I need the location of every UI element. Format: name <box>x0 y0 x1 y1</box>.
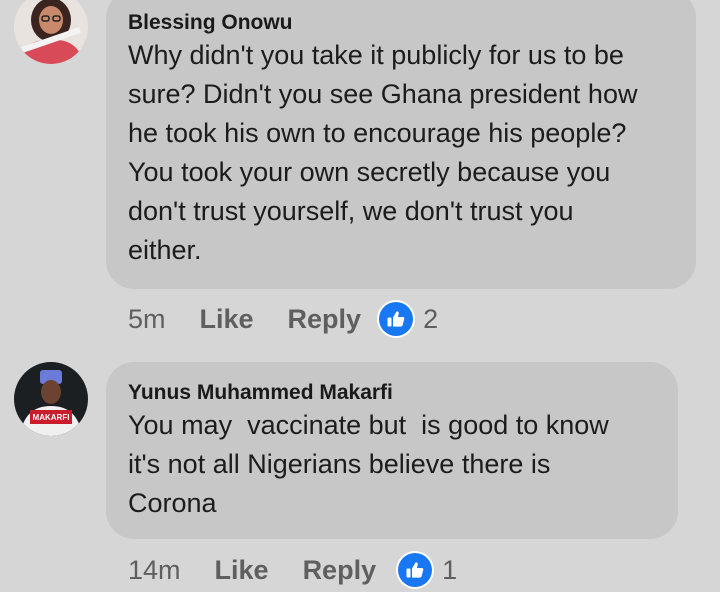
thumbs-up-icon[interactable] <box>398 553 433 587</box>
comment-line: sure? Didn't you see Ghana president how <box>128 79 638 109</box>
comment-text: Why didn't you take it publicly for us t… <box>128 36 637 270</box>
comment-line: don't trust yourself, we don't trust you <box>128 196 574 226</box>
comment-timestamp[interactable]: 14m <box>128 555 181 586</box>
comment-bubble: Yunus Muhammed Makarfi You may vaccinate… <box>106 362 678 539</box>
comment-author[interactable]: Blessing Onowu <box>128 11 293 35</box>
avatar-text: MAKARFI <box>33 413 70 422</box>
comment-text: You may vaccinate but is good to know it… <box>128 406 609 523</box>
avatar-yunus-muhammed-makarfi[interactable]: MAKARFI <box>14 362 88 436</box>
thumbs-up-icon[interactable] <box>379 302 414 336</box>
comment-timestamp[interactable]: 5m <box>128 304 166 335</box>
comment-line: Why didn't you take it publicly for us t… <box>128 40 624 70</box>
comment-bubble: Blessing Onowu Why didn't you take it pu… <box>106 0 696 289</box>
comment-actions: 5m Like Reply 2 <box>128 302 438 336</box>
reaction-count[interactable]: 1 <box>442 555 457 586</box>
reaction-count[interactable]: 2 <box>423 304 438 335</box>
comment-line: Corona <box>128 488 217 518</box>
like-button[interactable]: Like <box>215 555 269 586</box>
profile-photo-icon: MAKARFI <box>14 362 88 436</box>
comment-line: either. <box>128 235 202 265</box>
reply-button[interactable]: Reply <box>288 304 362 335</box>
avatar-blessing-onowu[interactable] <box>14 0 88 64</box>
comment-author[interactable]: Yunus Muhammed Makarfi <box>128 381 393 405</box>
comment-line: You took your own secretly because you <box>128 157 611 187</box>
profile-photo-icon <box>14 0 88 64</box>
comment-line: it's not all Nigerians believe there is <box>128 449 551 479</box>
comment-line: he took his own to encourage his people? <box>128 118 627 148</box>
comments-thread: Blessing Onowu Why didn't you take it pu… <box>0 0 720 592</box>
comment-line: You may vaccinate but is good to know <box>128 410 609 440</box>
like-button[interactable]: Like <box>200 304 254 335</box>
comment-actions: 14m Like Reply 1 <box>128 553 457 587</box>
reply-button[interactable]: Reply <box>303 555 377 586</box>
